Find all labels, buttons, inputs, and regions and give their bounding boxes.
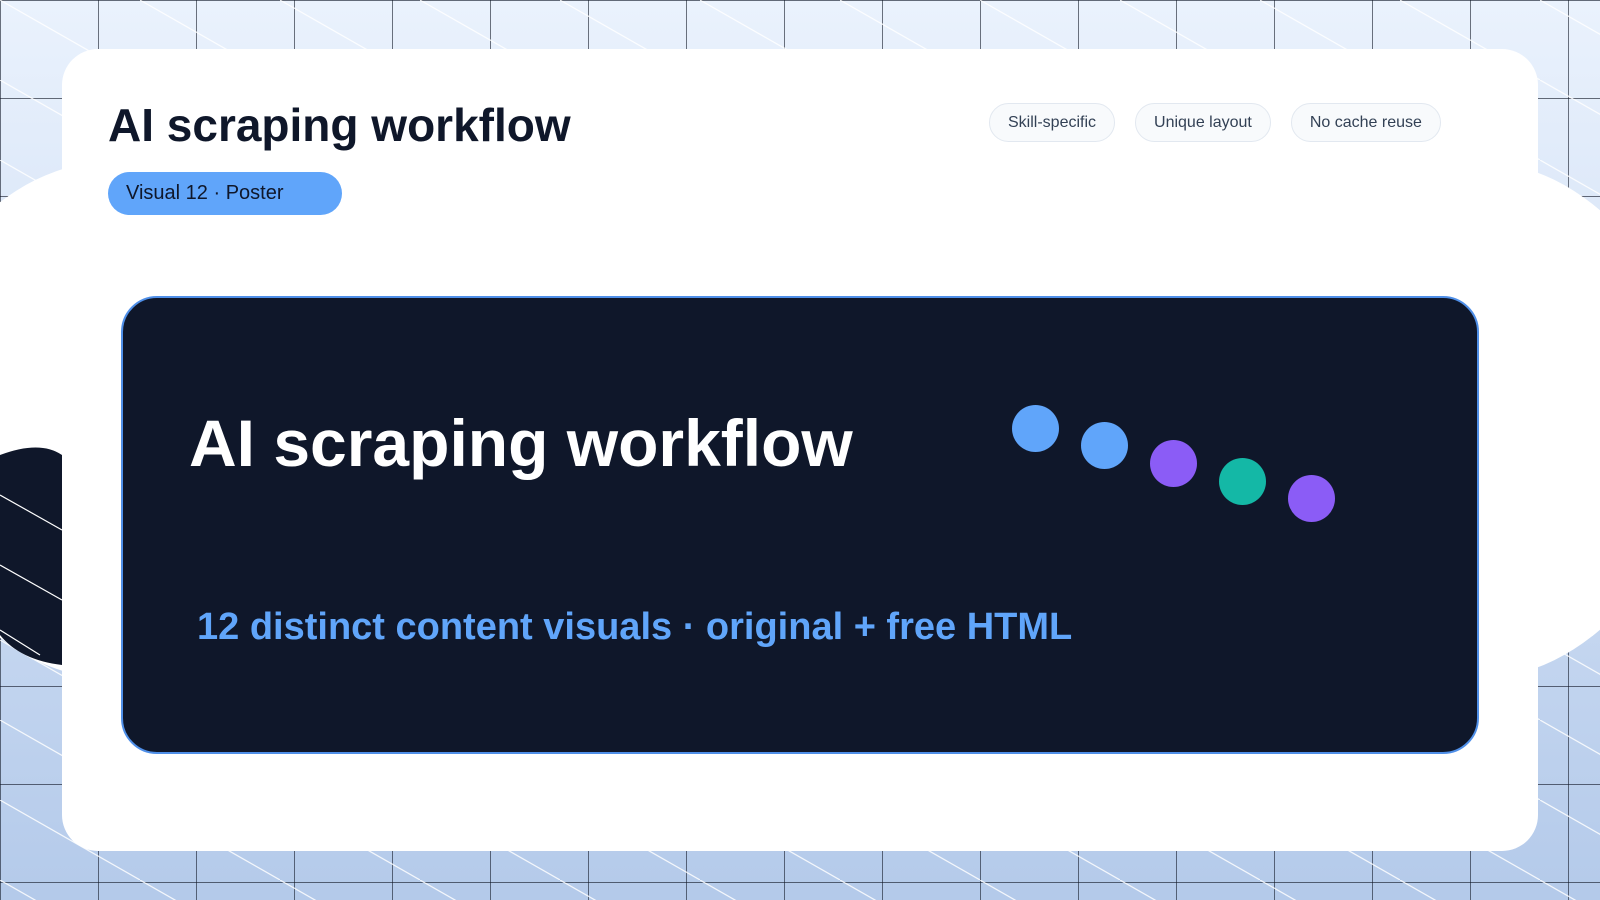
decorative-dot-1 — [1012, 405, 1059, 452]
tag-list: Skill-specific Unique layout No cache re… — [989, 103, 1441, 142]
visual-label-badge: Visual 12 · Poster — [108, 172, 342, 215]
poster-panel: AI scraping workflow 12 distinct content… — [121, 296, 1479, 754]
tag-skill-specific: Skill-specific — [989, 103, 1116, 142]
decorative-dot-4 — [1219, 458, 1266, 505]
decorative-dot-2 — [1081, 422, 1128, 469]
tag-no-cache-reuse: No cache reuse — [1290, 103, 1441, 142]
decorative-dot-3 — [1150, 440, 1197, 487]
poster-subtitle: 12 distinct content visuals · original +… — [197, 606, 1073, 648]
tag-unique-layout: Unique layout — [1135, 103, 1271, 142]
decorative-dot-5 — [1288, 475, 1335, 522]
main-card: AI scraping workflow Visual 12 · Poster … — [62, 49, 1538, 851]
poster-title: AI scraping workflow — [189, 406, 853, 480]
page-title: AI scraping workflow — [108, 99, 571, 151]
